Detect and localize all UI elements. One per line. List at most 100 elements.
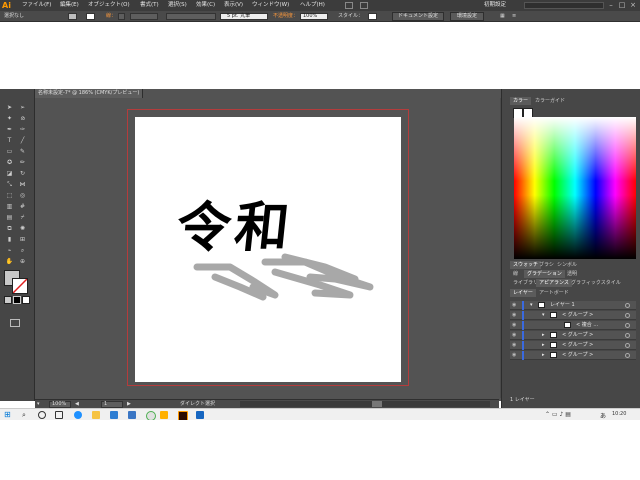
shape-builder-icon[interactable]: ◎ — [18, 192, 27, 200]
visibility-eye-icon[interactable]: ◉ — [512, 321, 520, 330]
layer-row[interactable]: ◉ ▾ レイヤー 1 — [510, 301, 636, 310]
graphic-style-swatch[interactable] — [368, 13, 377, 20]
line-tool-icon[interactable]: ╱ — [18, 137, 27, 145]
menu-type[interactable]: 書式(T) — [140, 0, 159, 11]
curvature-tool-icon[interactable]: ✑ — [18, 126, 27, 134]
stroke-weight-stepper[interactable] — [118, 13, 125, 20]
layer-row[interactable]: ◉ ▸ < グループ > — [510, 331, 636, 340]
variable-width-profile[interactable] — [166, 13, 216, 20]
tab-layers[interactable]: レイヤー — [510, 289, 536, 297]
visibility-eye-icon[interactable]: ◉ — [512, 341, 520, 350]
color-spectrum[interactable] — [514, 117, 636, 259]
direct-selection-tool-icon[interactable]: ➢ — [18, 104, 27, 112]
menu-select[interactable]: 選択(S) — [168, 0, 187, 11]
type-tool-icon[interactable]: T — [5, 137, 14, 145]
edge-icon[interactable] — [74, 411, 82, 419]
target-circle-icon[interactable] — [625, 343, 630, 348]
mail-icon[interactable] — [128, 411, 136, 419]
tab-stroke[interactable]: 線 — [510, 270, 521, 278]
expand-arrow-icon[interactable]: ▸ — [542, 341, 545, 350]
gradient-tool-icon[interactable]: ▤ — [5, 214, 14, 222]
visibility-eye-icon[interactable]: ◉ — [512, 331, 520, 340]
layer-row[interactable]: ◉ ▸ < グループ > — [510, 341, 636, 350]
rotate-tool-icon[interactable]: ↻ — [18, 170, 27, 178]
lasso-icon[interactable]: ര — [18, 115, 27, 123]
expand-arrow-icon[interactable]: ▸ — [542, 331, 545, 340]
tab-color-guide[interactable]: カラーガイド — [532, 97, 568, 105]
explorer-icon[interactable] — [92, 411, 100, 419]
search-input[interactable] — [524, 2, 604, 9]
layer-row[interactable]: ◉ ▸ < グループ > — [510, 351, 636, 360]
pencil-tool-icon[interactable]: ✏ — [18, 159, 27, 167]
mesh-tool-icon[interactable]: # — [18, 203, 27, 211]
workspace-switcher[interactable]: 初期設定 — [484, 0, 506, 11]
menu-help[interactable]: ヘルプ(H) — [300, 0, 325, 11]
stroke-color-box[interactable] — [12, 278, 28, 294]
current-tool-status[interactable]: ダイレクト選択 — [180, 401, 215, 408]
horizontal-scrollbar[interactable] — [240, 401, 490, 407]
tab-transparency[interactable]: 透明 — [564, 270, 580, 278]
zoom-icon[interactable]: ⊕ — [18, 258, 27, 266]
opacity-field[interactable]: 100% — [300, 13, 328, 20]
bridge-icon[interactable] — [345, 2, 353, 9]
expand-arrow-icon[interactable]: ▾ — [530, 301, 533, 310]
visibility-eye-icon[interactable]: ◉ — [512, 301, 520, 310]
graph-tool-icon[interactable]: ▮ — [5, 236, 14, 244]
stroke-swatch[interactable] — [86, 13, 95, 20]
zoom-dropdown-icon[interactable]: ▾ — [37, 401, 40, 408]
pen-tool-icon[interactable]: ✒ — [5, 126, 14, 134]
eraser-tool-icon[interactable]: ◪ — [5, 170, 14, 178]
target-circle-icon[interactable] — [625, 323, 630, 328]
target-circle-icon[interactable] — [625, 303, 630, 308]
free-transform-icon[interactable]: ⬚ — [5, 192, 14, 200]
expand-arrow-icon[interactable]: ▸ — [542, 351, 545, 360]
store-icon[interactable] — [110, 411, 118, 419]
clock[interactable]: 10:20 — [612, 411, 626, 417]
scale-tool-icon[interactable]: ⤡ — [5, 181, 14, 189]
artboard-tool-icon[interactable]: ⊞ — [18, 236, 27, 244]
visibility-eye-icon[interactable]: ◉ — [512, 351, 520, 360]
ime-indicator[interactable]: あ — [600, 411, 606, 420]
close-icon[interactable]: × — [628, 1, 638, 10]
stroke-label[interactable]: 線： — [106, 13, 116, 20]
tab-symbols[interactable]: シンボル — [554, 261, 580, 269]
align-icon[interactable]: ▦ — [500, 13, 505, 20]
preferences-button[interactable]: 環境設定 — [450, 12, 484, 21]
none-mode-icon[interactable] — [22, 296, 30, 304]
hscroll-thumb[interactable] — [372, 401, 382, 407]
task-view-icon[interactable] — [55, 411, 63, 419]
artboard-number[interactable]: 1 — [101, 401, 123, 408]
width-tool-icon[interactable]: ⋈ — [18, 181, 27, 189]
rectangle-tool-icon[interactable]: ▭ — [5, 148, 14, 156]
target-circle-icon[interactable] — [625, 353, 630, 358]
fill-swatch[interactable] — [68, 13, 77, 20]
cortana-icon[interactable] — [38, 411, 46, 419]
eyedropper-icon[interactable]: ⌿ — [18, 214, 27, 222]
tab-color[interactable]: カラー — [510, 97, 532, 105]
expand-arrow-icon[interactable]: ▾ — [542, 311, 545, 320]
slice-tool-icon[interactable]: ⌁ — [5, 247, 14, 255]
menu-file[interactable]: ファイル(F) — [22, 0, 51, 11]
opacity-label[interactable]: 不透明度： — [273, 13, 298, 20]
artwork-reiwa[interactable]: 令和 — [174, 195, 297, 259]
hand-tool-icon[interactable]: ✋ — [5, 258, 14, 266]
menu-edit[interactable]: 編集(E) — [60, 0, 79, 11]
tab-gradient[interactable]: グラデーション — [524, 270, 565, 278]
search-icon[interactable]: ⌕ — [22, 411, 30, 419]
tray-icons[interactable]: ⌃ ▭ ♪ ▤ — [545, 411, 571, 418]
layer-row[interactable]: ◉ ▾ < グループ > — [510, 311, 636, 320]
magic-wand-icon[interactable]: ✦ — [5, 115, 14, 123]
arrange-documents-icon[interactable] — [360, 2, 368, 9]
minimize-icon[interactable]: – — [606, 1, 616, 10]
tab-artboards[interactable]: アートボード — [536, 289, 572, 297]
panel-menu-icon[interactable]: ≡ — [512, 13, 516, 20]
document-setup-button[interactable]: ドキュメント設定 — [392, 12, 444, 21]
menu-window[interactable]: ウィンドウ(W) — [252, 0, 289, 11]
windows-start-icon[interactable]: ⊞ — [4, 411, 12, 419]
color-mode-icon[interactable] — [4, 296, 12, 304]
selection-tool-icon[interactable]: ➤ — [5, 104, 14, 112]
paintbrush-tool-icon[interactable]: ✎ — [18, 148, 27, 156]
screen-mode-icon[interactable] — [10, 319, 20, 327]
symbol-sprayer-icon[interactable]: ✺ — [18, 225, 27, 233]
next-artboard-icon[interactable]: ▶ — [127, 401, 131, 408]
